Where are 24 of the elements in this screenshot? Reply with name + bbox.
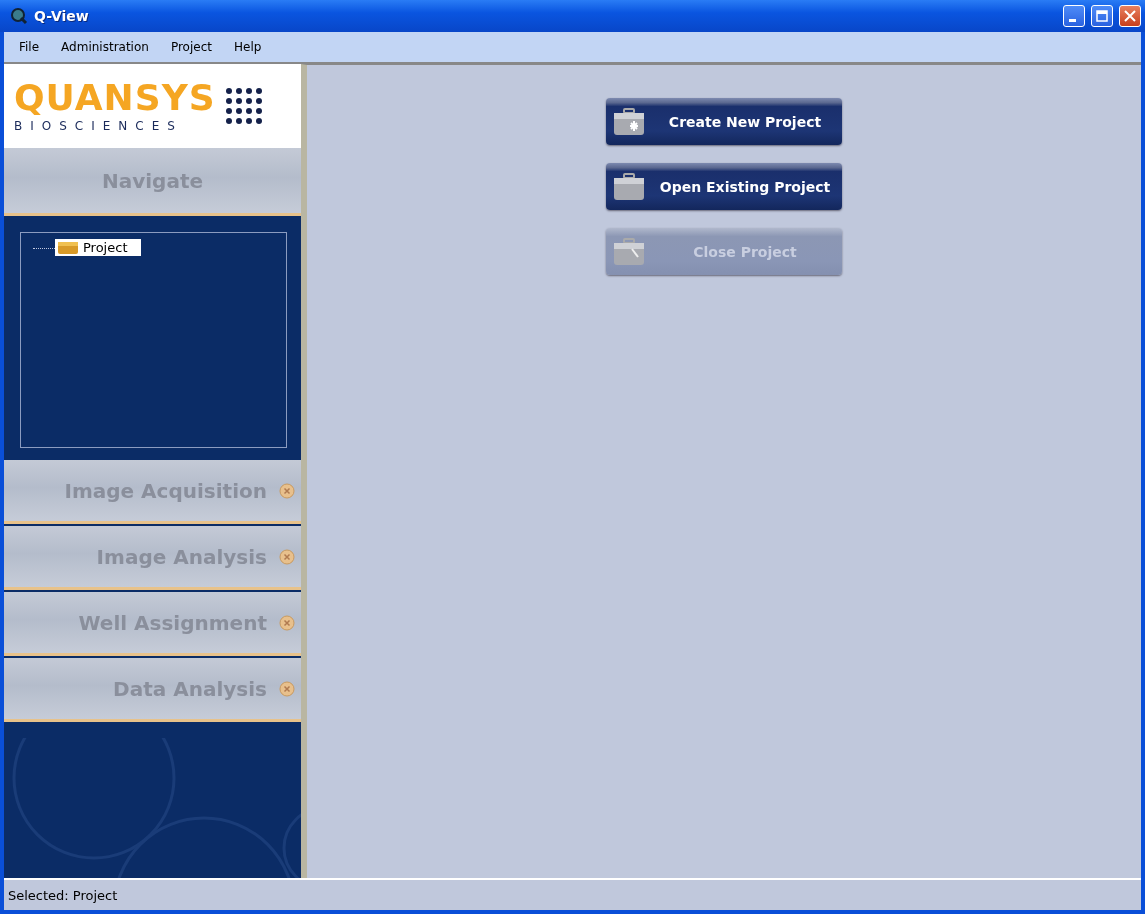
company-logo-tagline: BIOSCIENCES bbox=[14, 118, 184, 133]
close-button[interactable] bbox=[1119, 5, 1141, 27]
menu-item[interactable]: Administration bbox=[50, 38, 160, 56]
action-button[interactable]: Open Existing Project bbox=[606, 163, 842, 210]
action-button[interactable]: Create New Project bbox=[606, 98, 842, 145]
minimize-button[interactable] bbox=[1063, 5, 1085, 27]
window-title: Q-View bbox=[34, 8, 90, 24]
close-icon bbox=[1124, 10, 1136, 22]
status-text: Selected: Project bbox=[8, 887, 118, 903]
close-circle-icon bbox=[279, 548, 295, 565]
tree-item[interactable]: Project bbox=[55, 239, 142, 256]
close-circle-icon bbox=[279, 482, 295, 499]
maximize-icon bbox=[1096, 10, 1108, 22]
close-circle-icon bbox=[279, 680, 295, 697]
close-circle-icon bbox=[279, 614, 295, 631]
menu-item[interactable]: Help bbox=[222, 38, 273, 56]
app-logo-icon bbox=[10, 7, 28, 25]
company-logo-name: QUANSYS bbox=[14, 79, 216, 116]
menu-item[interactable]: File bbox=[8, 38, 51, 56]
menu-item[interactable]: Project bbox=[159, 38, 223, 56]
dot-grid-icon bbox=[223, 86, 264, 126]
folder-icon bbox=[57, 240, 79, 255]
maximize-button[interactable] bbox=[1091, 5, 1113, 27]
minimize-icon bbox=[1068, 18, 1076, 22]
